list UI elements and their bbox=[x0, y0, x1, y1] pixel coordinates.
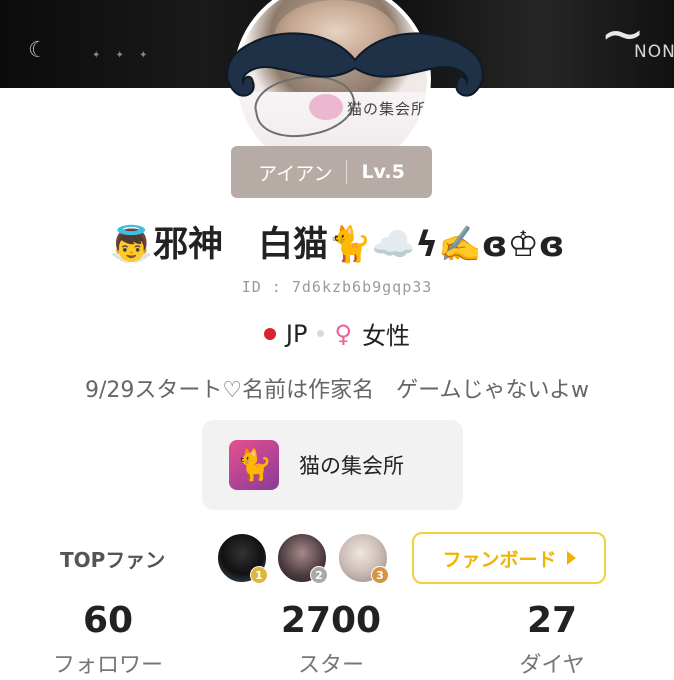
community-name: 猫の集会所 bbox=[299, 454, 404, 478]
country-code: JP bbox=[285, 319, 308, 348]
stars-label: スター bbox=[297, 653, 364, 678]
followers-label: フォロワー bbox=[52, 653, 163, 678]
rank-divider bbox=[346, 160, 348, 184]
fan-rank-badge-2: 2 bbox=[310, 566, 328, 584]
banner-text: NON bbox=[634, 42, 674, 62]
profile-bio: 9/29スタート♡名前は作家名 ゲームじゃないよw bbox=[84, 378, 590, 403]
diamonds-count: 27 bbox=[526, 600, 578, 641]
fan-rank-badge-1: 1 bbox=[250, 566, 268, 584]
username: 👼邪神 白猫🐈☁️ϟ✍️ɞ♔ɞ bbox=[109, 225, 565, 265]
fanboard-button[interactable]: ファンボード bbox=[412, 532, 606, 584]
moon-icon: ☾ bbox=[28, 38, 48, 63]
followers-count: 60 bbox=[82, 600, 134, 641]
rank-level: Lv.5 bbox=[361, 161, 405, 183]
community-card[interactable]: 🐈 猫の集会所 bbox=[202, 420, 463, 510]
stars-decoration: ✦ ✦ ✦ bbox=[92, 50, 154, 61]
country-flag-icon bbox=[263, 327, 276, 340]
rank-badge: アイアン Lv.5 bbox=[231, 146, 432, 198]
gender-label: 女性 bbox=[362, 322, 411, 350]
followers-stat[interactable]: 60 フォロワー bbox=[8, 600, 208, 679]
stars-stat[interactable]: 2700 スター bbox=[231, 600, 431, 679]
meta-separator bbox=[317, 330, 325, 337]
rank-tier: アイアン bbox=[258, 162, 333, 185]
mustache-frame-icon bbox=[226, 32, 484, 97]
diamonds-label: ダイヤ bbox=[519, 653, 585, 678]
play-arrow-icon bbox=[566, 551, 576, 565]
diamonds-stat[interactable]: 27 ダイヤ bbox=[452, 600, 652, 679]
female-icon: ♀ bbox=[334, 319, 353, 348]
cat-icon: 🐈 bbox=[229, 440, 279, 490]
stars-count: 2700 bbox=[280, 600, 382, 641]
fan-rank-badge-3: 3 bbox=[371, 566, 389, 584]
profile-meta-row: JP ♀ 女性 bbox=[0, 316, 674, 351]
topfans-label: TOPファン bbox=[60, 548, 166, 572]
fanboard-label: ファンボード bbox=[442, 548, 557, 571]
user-id: ID : 7d6kzb6b9gqp33 bbox=[241, 278, 433, 296]
